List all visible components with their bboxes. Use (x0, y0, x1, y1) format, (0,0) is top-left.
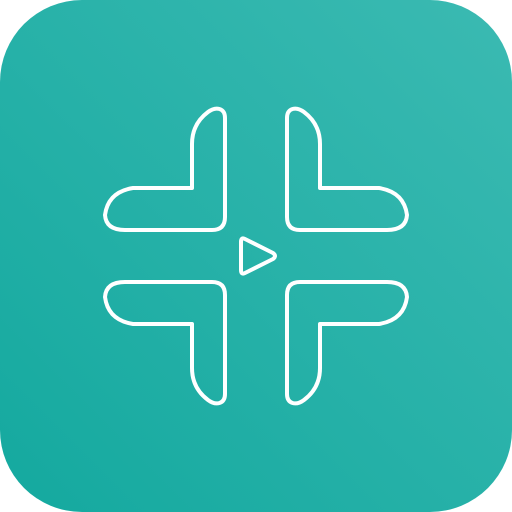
app-icon-background (0, 0, 512, 512)
app-icon (0, 0, 512, 512)
app-icon-graphic (0, 0, 512, 512)
